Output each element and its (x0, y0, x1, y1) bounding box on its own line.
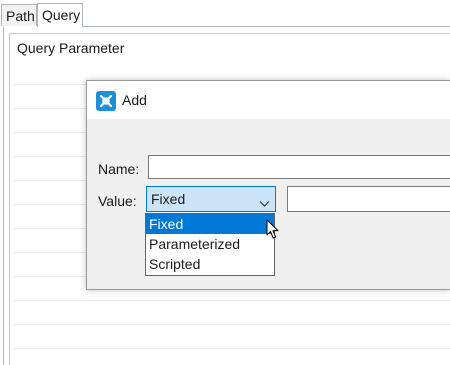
section-title: Query Parameter (17, 40, 125, 56)
dialog-title: Add (122, 92, 147, 108)
tab-bar: Path Query (0, 0, 450, 28)
app-logo-icon (96, 91, 116, 111)
option-scripted[interactable]: Scripted (146, 254, 274, 274)
name-label: Name: (98, 161, 140, 177)
option-parameterized[interactable]: Parameterized (146, 234, 274, 254)
value-type-selected: Fixed (151, 191, 186, 207)
chevron-down-icon (259, 195, 270, 211)
grid-line (13, 324, 450, 325)
tab-path[interactable]: Path (1, 4, 37, 26)
tab-query[interactable]: Query (37, 3, 83, 27)
dialog-titlebar[interactable]: Add (87, 81, 450, 119)
value-label: Value: (98, 193, 137, 209)
value-type-dropdown-list: Fixed Parameterized Scripted (145, 213, 275, 276)
mouse-cursor-icon (266, 219, 280, 243)
grid-line (13, 300, 450, 301)
option-fixed[interactable]: Fixed (146, 214, 274, 234)
value-type-select[interactable]: Fixed (146, 186, 276, 212)
grid-line (13, 348, 450, 349)
value-input[interactable] (287, 186, 450, 212)
name-input[interactable] (148, 155, 450, 179)
